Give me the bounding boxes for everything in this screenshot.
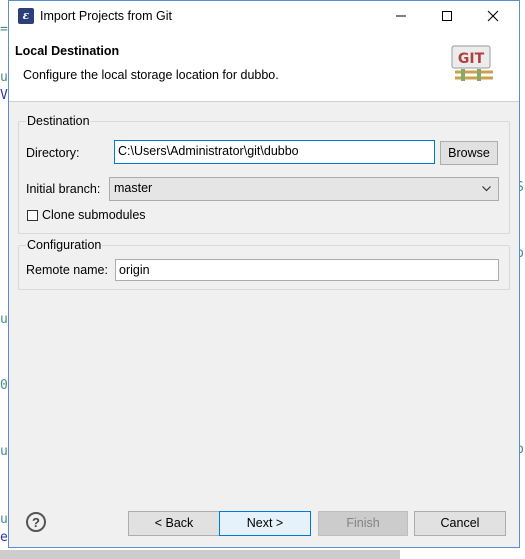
finish-button-label: Finish: [346, 516, 380, 530]
background-editor-fragment: e: [0, 530, 8, 545]
destination-group-label: Destination: [26, 114, 91, 128]
minimize-button[interactable]: [378, 1, 424, 32]
initial-branch-label: Initial branch:: [26, 182, 101, 196]
git-logo-icon: GIT: [451, 45, 493, 81]
directory-input[interactable]: C:\Users\Administrator\git\dubbo: [114, 140, 435, 164]
background-editor-fragment: u: [0, 512, 8, 527]
initial-branch-select[interactable]: master: [109, 177, 499, 201]
directory-label: Directory:: [26, 146, 80, 160]
eclipse-app-icon: ε: [18, 8, 34, 24]
browse-button[interactable]: Browse: [440, 141, 498, 165]
background-editor-fragment: u: [0, 312, 8, 327]
git-logo-text: GIT: [458, 51, 485, 67]
page-description: Configure the local storage location for…: [23, 68, 279, 82]
help-icon[interactable]: ?: [26, 512, 46, 532]
wizard-header: Local Destination Configure the local st…: [9, 32, 519, 102]
maximize-button[interactable]: [424, 1, 470, 32]
chevron-down-icon: [482, 186, 491, 192]
cancel-button-label: Cancel: [440, 516, 480, 530]
background-scrollbar: [0, 550, 400, 559]
cancel-button[interactable]: Cancel: [414, 511, 506, 536]
background-editor-fragment: u: [0, 444, 8, 459]
configuration-group-label: Configuration: [26, 238, 103, 252]
background-editor-fragment: 0: [0, 378, 8, 393]
clone-submodules-label[interactable]: Clone submodules: [42, 208, 146, 222]
initial-branch-value: master: [114, 181, 153, 195]
git-logo: GIT: [449, 44, 497, 82]
finish-button[interactable]: Finish: [318, 511, 408, 536]
title-bar[interactable]: ε Import Projects from Git: [9, 1, 519, 32]
back-button-label: < Back: [154, 516, 194, 530]
clone-submodules-checkbox[interactable]: [27, 210, 38, 221]
back-button[interactable]: < Back: [128, 511, 220, 536]
remote-name-label: Remote name:: [26, 263, 108, 277]
page-title: Local Destination: [15, 44, 120, 58]
next-button-label: Next >: [246, 516, 284, 530]
remote-name-input[interactable]: origin: [115, 259, 499, 281]
close-button[interactable]: [470, 1, 516, 32]
minimize-icon: [396, 15, 406, 17]
close-icon: [487, 10, 499, 22]
import-dialog: ε Import Projects from Git Local Destina…: [8, 0, 520, 548]
next-button[interactable]: Next >: [219, 511, 311, 536]
maximize-icon: [442, 11, 452, 21]
background-editor-fragment: =: [0, 22, 8, 37]
background-editor-fragment: u: [0, 70, 8, 85]
window-title: Import Projects from Git: [40, 9, 172, 23]
background-editor-fragment: V: [0, 88, 8, 103]
